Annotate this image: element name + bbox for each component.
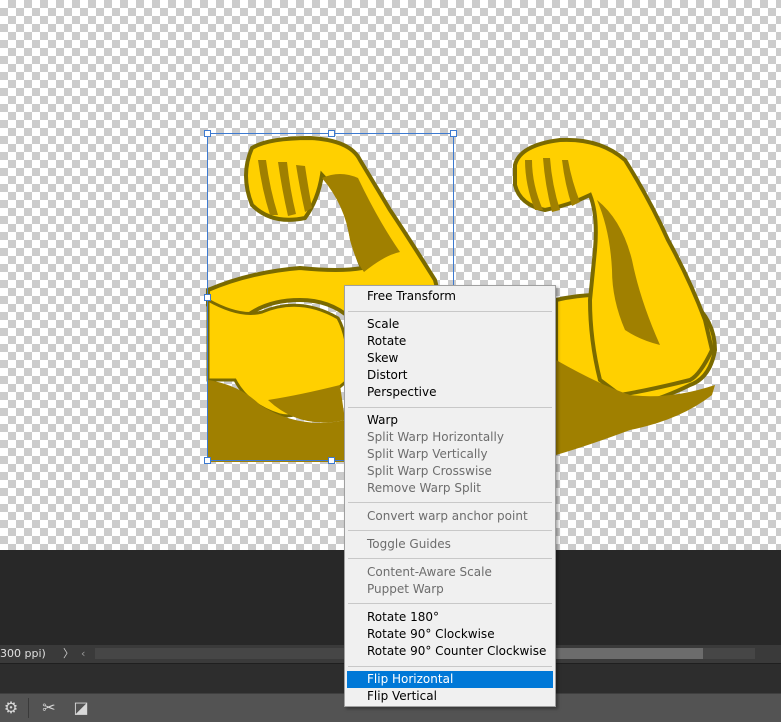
menu-item-split-warp-crosswise: Split Warp Crosswise [367, 464, 492, 478]
scissors-icon[interactable]: ✂ [38, 697, 60, 719]
menu-item-convert-warp-anchor-point: Convert warp anchor point [367, 509, 528, 523]
menu-item-puppet-warp: Puppet Warp [367, 582, 444, 596]
menu-separator [348, 502, 552, 503]
menu-item-rotate-90-counter-clockwise[interactable]: Rotate 90° Counter Clockwise [347, 643, 553, 660]
transform-handle-bottom-left[interactable] [204, 457, 211, 464]
menu-item-toggle-guides: Toggle Guides [367, 537, 451, 551]
status-menu-arrow-icon[interactable]: 〉 [63, 645, 74, 663]
menu-item-split-warp-vertically: Split Warp Vertically [367, 447, 488, 461]
transform-context-menu: Free Transform Scale Rotate Skew Distort… [344, 285, 556, 707]
gear-icon[interactable]: ⚙ [0, 697, 22, 719]
menu-item-rotate-90-clockwise[interactable]: Rotate 90° Clockwise [347, 626, 553, 643]
menu-item-content-aware-scale: Content-Aware Scale [367, 565, 492, 579]
transform-handle-top-left[interactable] [204, 130, 211, 137]
menu-separator [348, 603, 552, 604]
menu-item-rotate-180[interactable]: Rotate 180° [347, 609, 553, 626]
menu-item-flip-horizontal[interactable]: Flip Horizontal [347, 671, 553, 688]
menu-separator [348, 311, 552, 312]
menu-item-remove-warp-split: Remove Warp Split [367, 481, 481, 495]
menu-item-flip-vertical[interactable]: Flip Vertical [347, 688, 553, 705]
transform-handle-middle-left[interactable] [204, 294, 211, 301]
menu-item-skew[interactable]: Skew [347, 350, 553, 367]
transform-handle-top-right[interactable] [450, 130, 457, 137]
menu-item-warp[interactable]: Warp [347, 412, 553, 429]
menu-item-scale[interactable]: Scale [347, 316, 553, 333]
menu-item-perspective[interactable]: Perspective [347, 384, 553, 401]
menu-separator [348, 666, 552, 667]
scroll-left-icon[interactable]: ‹ [81, 645, 85, 663]
menu-item-distort[interactable]: Distort [347, 367, 553, 384]
menu-separator [348, 558, 552, 559]
menu-separator [348, 407, 552, 408]
toolbar-divider [28, 698, 29, 718]
horizontal-scrollbar-thumb[interactable] [555, 648, 703, 659]
menu-separator [348, 530, 552, 531]
menu-item-split-warp-horizontally: Split Warp Horizontally [367, 430, 504, 444]
menu-item-free-transform[interactable]: Free Transform [347, 288, 553, 305]
transform-handle-bottom-center[interactable] [328, 457, 335, 464]
document-info-text: 300 ppi) [0, 647, 46, 660]
mask-icon[interactable]: ◪ [70, 697, 92, 719]
menu-item-rotate[interactable]: Rotate [347, 333, 553, 350]
transform-handle-top-center[interactable] [328, 130, 335, 137]
